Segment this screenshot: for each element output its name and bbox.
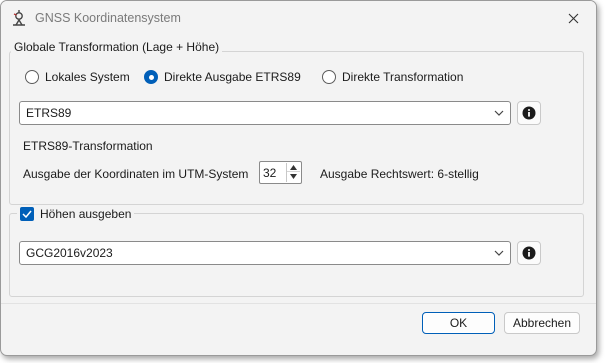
geoid-model-value: GCG2016v2023 bbox=[26, 246, 113, 260]
easting-info-label: Ausgabe Rechtswert: 6-stellig bbox=[320, 167, 479, 181]
radio-local-system[interactable]: Lokales System bbox=[25, 70, 130, 84]
window-title: GNSS Koordinatensystem bbox=[35, 11, 181, 25]
caret-up-icon bbox=[290, 164, 297, 170]
ok-button-label: OK bbox=[449, 316, 468, 330]
transformation-label: ETRS89-Transformation bbox=[23, 139, 153, 153]
utm-zone-stepper[interactable]: 32 bbox=[259, 161, 302, 184]
stepper-up-button[interactable] bbox=[287, 163, 300, 172]
height-output-checkbox[interactable]: Höhen ausgeben bbox=[17, 207, 135, 221]
cancel-button-label: Abbrechen bbox=[512, 316, 572, 330]
checkbox-checked-indicator bbox=[20, 207, 34, 221]
coordinate-system-select[interactable]: ETRS89 bbox=[19, 101, 511, 125]
utm-zone-value: 32 bbox=[263, 166, 277, 180]
chevron-down-icon bbox=[494, 250, 504, 256]
coordinate-system-value: ETRS89 bbox=[26, 106, 72, 120]
caret-down-icon bbox=[290, 174, 297, 179]
radio-label: Direkte Ausgabe ETRS89 bbox=[164, 70, 301, 84]
radio-label: Lokales System bbox=[45, 70, 130, 84]
info-icon bbox=[522, 106, 536, 120]
geoid-model-select[interactable]: GCG2016v2023 bbox=[19, 241, 511, 265]
title-bar: GNSS Koordinatensystem bbox=[1, 1, 596, 35]
radio-indicator bbox=[25, 70, 39, 84]
info-icon bbox=[522, 246, 536, 260]
radio-indicator-selected bbox=[144, 70, 158, 84]
height-output-label: Höhen ausgeben bbox=[40, 207, 132, 221]
geoid-model-info-button[interactable] bbox=[517, 241, 541, 265]
global-transformation-legend: Globale Transformation (Lage + Höhe) bbox=[11, 40, 223, 54]
checkmark-icon bbox=[22, 210, 32, 218]
stepper-down-button[interactable] bbox=[287, 172, 300, 181]
chevron-down-icon bbox=[494, 110, 504, 116]
radio-indicator bbox=[322, 70, 336, 84]
coordinate-system-info-button[interactable] bbox=[517, 101, 541, 125]
geodesy-tool-icon bbox=[13, 10, 25, 26]
ok-button[interactable]: OK bbox=[422, 312, 495, 334]
radio-direct-transformation[interactable]: Direkte Transformation bbox=[322, 70, 463, 84]
dialog-window: GNSS Koordinatensystem Globale Transform… bbox=[0, 0, 597, 356]
stepper-arrows bbox=[286, 163, 300, 182]
radio-direct-etrs89[interactable]: Direkte Ausgabe ETRS89 bbox=[144, 70, 301, 84]
cancel-button[interactable]: Abbrechen bbox=[504, 312, 580, 334]
footer-divider bbox=[1, 303, 596, 304]
close-icon bbox=[568, 13, 578, 23]
radio-label: Direkte Transformation bbox=[342, 70, 464, 84]
utm-label: Ausgabe der Koordinaten im UTM-System bbox=[23, 167, 249, 181]
close-button[interactable] bbox=[558, 5, 588, 31]
